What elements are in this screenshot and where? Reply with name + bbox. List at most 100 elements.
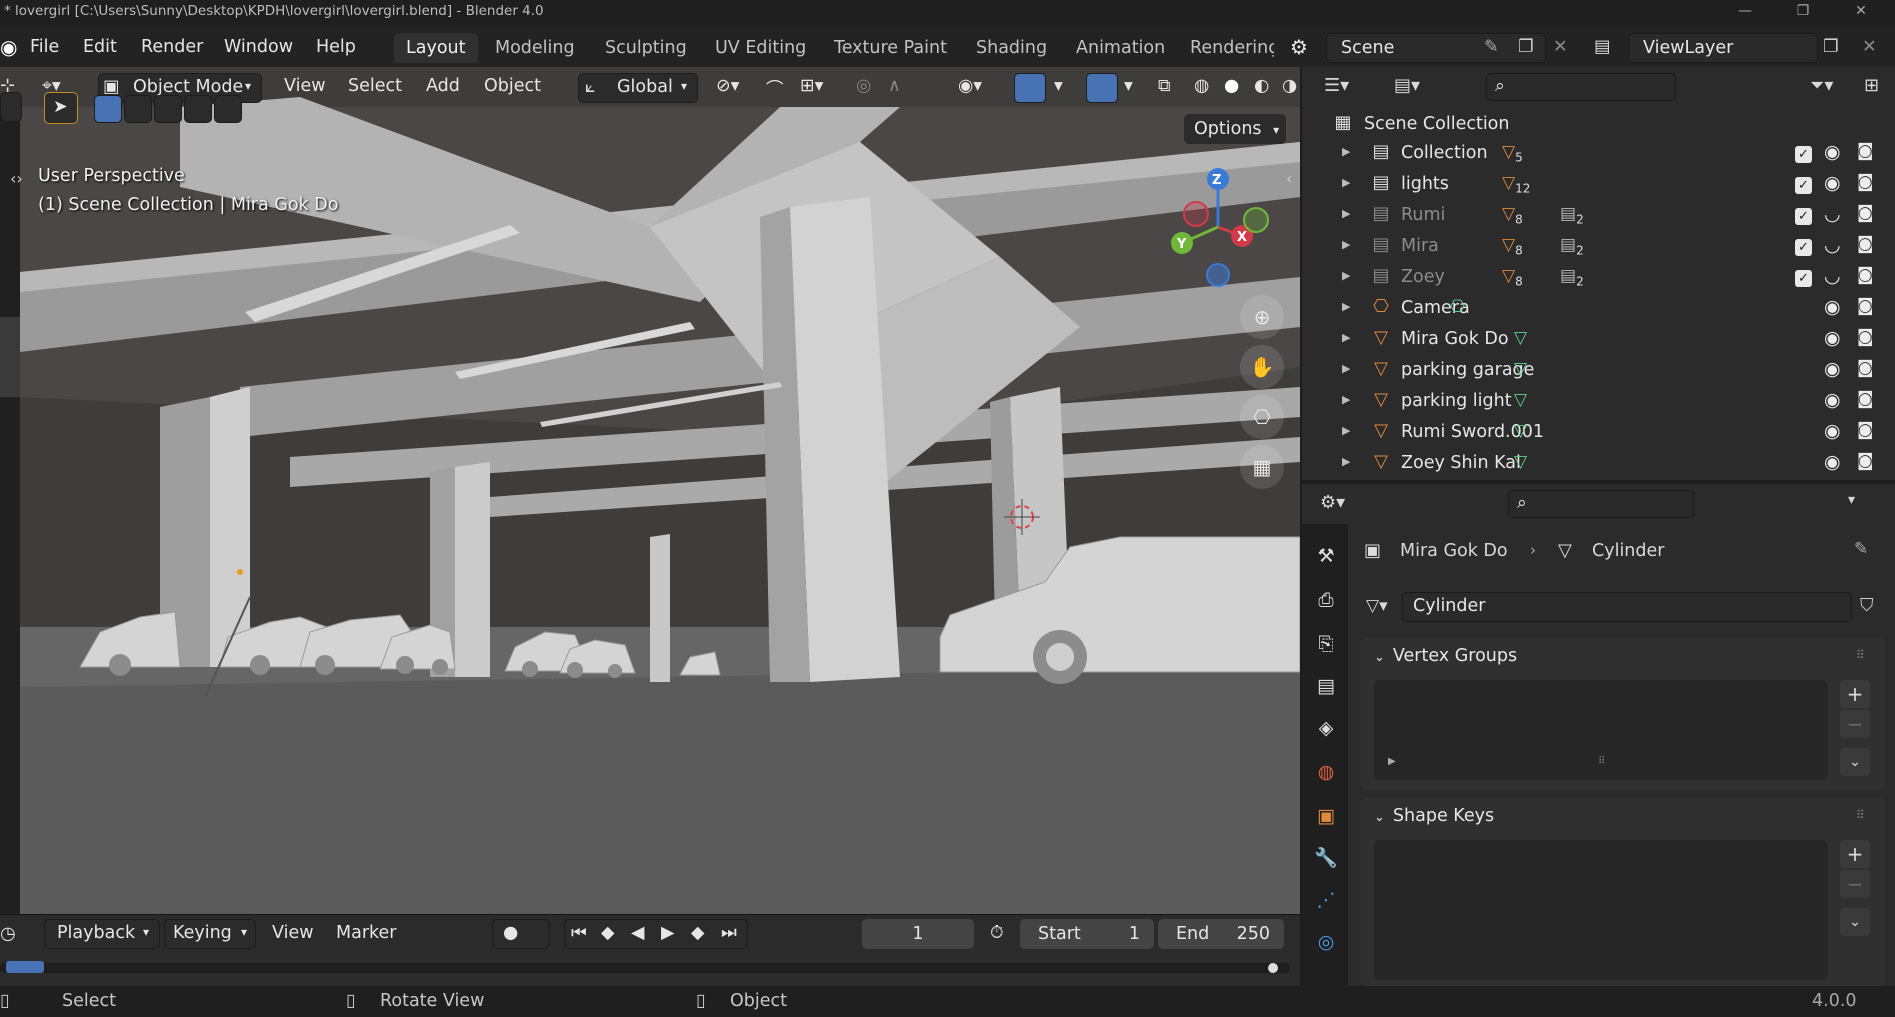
display-mode-icon[interactable]: ▤▾ bbox=[1394, 75, 1420, 96]
grid-view-icon[interactable]: ▦ bbox=[1240, 445, 1284, 489]
jump-end-icon[interactable]: ⏭ bbox=[721, 923, 737, 943]
expand-arrow-icon[interactable]: ▶ bbox=[1342, 331, 1350, 344]
remove-vertex-group-button[interactable]: − bbox=[1840, 710, 1870, 738]
world-tab-icon[interactable]: ◍ bbox=[1312, 758, 1340, 786]
timeline-marker-menu[interactable]: Marker bbox=[336, 923, 397, 943]
gizmo-dropdown-icon[interactable]: ▾ bbox=[1054, 76, 1063, 96]
exclude-checkbox[interactable]: ✓ bbox=[1795, 270, 1812, 287]
tab-texture-paint[interactable]: Texture Paint bbox=[822, 33, 959, 63]
playback-menu[interactable]: Playback ▾ bbox=[44, 919, 160, 949]
menu-render[interactable]: Render bbox=[141, 33, 203, 61]
start-frame-field[interactable]: Start 1 bbox=[1020, 919, 1154, 949]
eye-icon[interactable]: ◉ bbox=[1824, 327, 1841, 349]
add-vertex-group-button[interactable]: + bbox=[1840, 680, 1870, 708]
outliner-row[interactable]: ▶ ▤ Zoey ▽8 ▤2 ✓ ◡ ◙ bbox=[1302, 262, 1895, 293]
close-icon[interactable]: ✕ bbox=[1838, 0, 1884, 27]
select-subtract-button[interactable] bbox=[154, 95, 182, 123]
fake-user-shield-icon[interactable]: ⛉ bbox=[1860, 595, 1874, 616]
transform-orientation[interactable]: ⟀ Global ▾ bbox=[578, 73, 698, 103]
mesh-name-field[interactable]: Cylinder bbox=[1402, 592, 1852, 622]
timeline-editor-icon[interactable]: ◷ bbox=[0, 923, 16, 944]
render-camera-icon[interactable]: ◙ bbox=[1857, 451, 1874, 471]
new-collection-icon[interactable]: ⊞ bbox=[1864, 75, 1879, 96]
scene-tab-icon[interactable]: ◈ bbox=[1312, 714, 1340, 742]
outliner-row[interactable]: ▶ ▤ Mira ▽8 ▤2 ✓ ◡ ◙ bbox=[1302, 231, 1895, 262]
select-intersect-button[interactable] bbox=[214, 95, 242, 123]
select-new-button[interactable] bbox=[94, 95, 122, 123]
select-invert-button[interactable] bbox=[184, 95, 212, 123]
outliner-row[interactable]: ▶ ▤ lights ▽12 ✓ ◉ ◙ bbox=[1302, 169, 1895, 200]
wireframe-shading-icon[interactable]: ◍ bbox=[1194, 76, 1209, 96]
eye-icon[interactable]: ◉ bbox=[1824, 296, 1841, 318]
expand-arrow-icon[interactable]: ▶ bbox=[1342, 145, 1350, 158]
new-scene-icon[interactable]: ❐ bbox=[1518, 33, 1534, 61]
exclude-checkbox[interactable]: ✓ bbox=[1795, 208, 1812, 225]
eye-icon[interactable]: ◉ bbox=[1824, 141, 1841, 163]
vertex-groups-header[interactable]: ⌄ Vertex Groups bbox=[1374, 646, 1517, 666]
snap-icon[interactable]: ⌒ bbox=[766, 76, 784, 101]
eye-icon[interactable]: ◉ bbox=[1824, 172, 1841, 194]
material-shading-icon[interactable]: ◐ bbox=[1254, 76, 1269, 96]
physics-tab-icon[interactable]: ◎ bbox=[1312, 928, 1340, 956]
outliner-row[interactable]: ▶ ▽ Rumi Sword.001 ▽ ◉ ◙ bbox=[1302, 417, 1895, 448]
render-camera-icon[interactable]: ◙ bbox=[1857, 203, 1874, 223]
restore-icon[interactable]: ❐ bbox=[1780, 0, 1826, 27]
outliner-row[interactable]: ▶ ▽ parking light ▽ ◉ ◙ bbox=[1302, 386, 1895, 417]
rendered-shading-icon[interactable]: ◑ bbox=[1282, 76, 1297, 96]
overlay-toggle[interactable] bbox=[1086, 73, 1118, 103]
tab-layout[interactable]: Layout bbox=[394, 33, 478, 63]
menu-view[interactable]: View bbox=[284, 76, 326, 96]
sidebar-toggle-icon[interactable]: ‹ bbox=[1286, 169, 1292, 188]
eye-closed-icon[interactable]: ◡ bbox=[1824, 265, 1841, 287]
falloff-icon[interactable]: ∧ bbox=[888, 76, 901, 96]
delete-view-layer-icon[interactable]: ✕ bbox=[1862, 33, 1877, 61]
outliner-row[interactable]: ▶ ▤ Rumi ▽8 ▤2 ✓ ◡ ◙ bbox=[1302, 200, 1895, 231]
outliner-root[interactable]: ▦ Scene Collection bbox=[1302, 109, 1895, 140]
tab-sculpting[interactable]: Sculpting bbox=[593, 33, 699, 63]
expand-arrow-icon[interactable]: ▶ bbox=[1342, 207, 1350, 220]
vertex-groups-list[interactable]: ▶ ⠿ bbox=[1374, 680, 1828, 780]
render-camera-icon[interactable]: ◙ bbox=[1857, 265, 1874, 285]
expand-arrow-icon[interactable]: ▶ bbox=[1342, 393, 1350, 406]
scene-selector[interactable]: Scene bbox=[1326, 33, 1546, 63]
tab-rendering[interactable]: Renderinç bbox=[1178, 33, 1274, 63]
prev-keyframe-icon[interactable]: ◆ bbox=[601, 923, 614, 943]
tab-shading[interactable]: Shading bbox=[964, 33, 1059, 63]
pin-icon[interactable]: ✎ bbox=[1484, 33, 1499, 61]
expand-arrow-icon[interactable]: ▶ bbox=[1342, 238, 1350, 251]
view-layer-tab-icon[interactable]: ▤ bbox=[1312, 672, 1340, 700]
remove-shape-key-button[interactable]: − bbox=[1840, 870, 1870, 898]
next-keyframe-icon[interactable]: ◆ bbox=[691, 923, 704, 943]
particles-tab-icon[interactable]: ⋰ bbox=[1312, 886, 1340, 914]
render-camera-icon[interactable]: ◙ bbox=[1857, 389, 1874, 409]
view-layer-icon[interactable]: ▤ bbox=[1594, 33, 1611, 61]
play-reverse-icon[interactable]: ◀ bbox=[631, 923, 644, 943]
menu-select[interactable]: Select bbox=[348, 76, 402, 96]
proportional-editing-icon[interactable]: ◎ bbox=[856, 76, 871, 96]
render-camera-icon[interactable]: ◙ bbox=[1857, 234, 1874, 254]
output-tab-icon[interactable]: ⎘ bbox=[1312, 630, 1340, 658]
3d-viewport[interactable]: ⊹ ⌖▾ ▣ Object Mode ▾ View Select Add Obj… bbox=[0, 67, 1300, 914]
render-tab-icon[interactable]: ⎙ bbox=[1312, 586, 1340, 614]
keying-menu[interactable]: Keying ▾ bbox=[164, 919, 256, 949]
snap-increment-icon[interactable]: ⊞▾ bbox=[800, 76, 823, 96]
vertex-group-specials-icon[interactable]: ⌄ bbox=[1840, 748, 1870, 776]
outliner-row[interactable]: ▶ ⎔ Camera ⎔ ◉ ◙ bbox=[1302, 293, 1895, 324]
expand-arrow-icon[interactable]: ▶ bbox=[1342, 424, 1350, 437]
tab-uv-editing[interactable]: UV Editing bbox=[703, 33, 818, 63]
new-view-layer-icon[interactable]: ❐ bbox=[1823, 33, 1839, 61]
outliner-editor-icon[interactable]: ☰▾ bbox=[1324, 75, 1349, 96]
menu-window[interactable]: Window bbox=[224, 33, 293, 61]
expand-icon[interactable]: ▶ bbox=[1388, 756, 1396, 767]
tool-tab-icon[interactable]: ⚒ bbox=[1312, 542, 1340, 570]
shape-keys-list[interactable] bbox=[1374, 840, 1828, 980]
object-tab-icon[interactable]: ▣ bbox=[1312, 802, 1340, 830]
visibility-icon[interactable]: ◉▾ bbox=[958, 76, 982, 96]
outliner-row[interactable]: ▶ ▽ parking garage ▽ ◉ ◙ bbox=[1302, 355, 1895, 386]
timeline-scrubber[interactable] bbox=[0, 963, 1290, 973]
select-extend-button[interactable] bbox=[124, 95, 152, 123]
render-camera-icon[interactable]: ◙ bbox=[1857, 358, 1874, 378]
playhead[interactable] bbox=[6, 961, 44, 973]
eye-icon[interactable]: ◉ bbox=[1824, 451, 1841, 473]
shape-key-specials-icon[interactable]: ⌄ bbox=[1840, 908, 1870, 936]
